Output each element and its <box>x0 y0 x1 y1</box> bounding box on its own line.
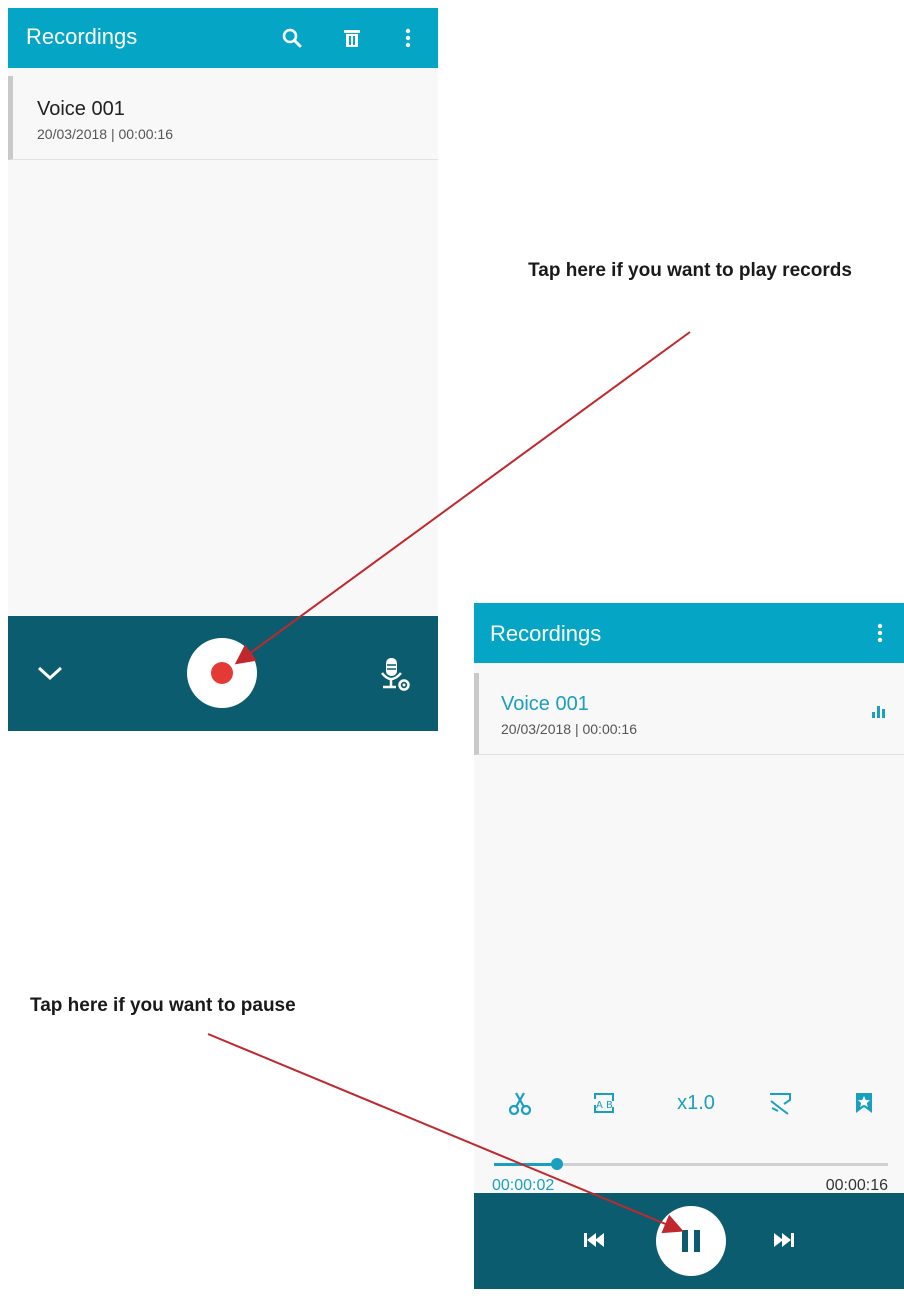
annotation-arrows <box>207 331 691 1234</box>
arrow-to-pause-button <box>207 1033 684 1234</box>
arrow-to-record-button <box>234 331 691 665</box>
